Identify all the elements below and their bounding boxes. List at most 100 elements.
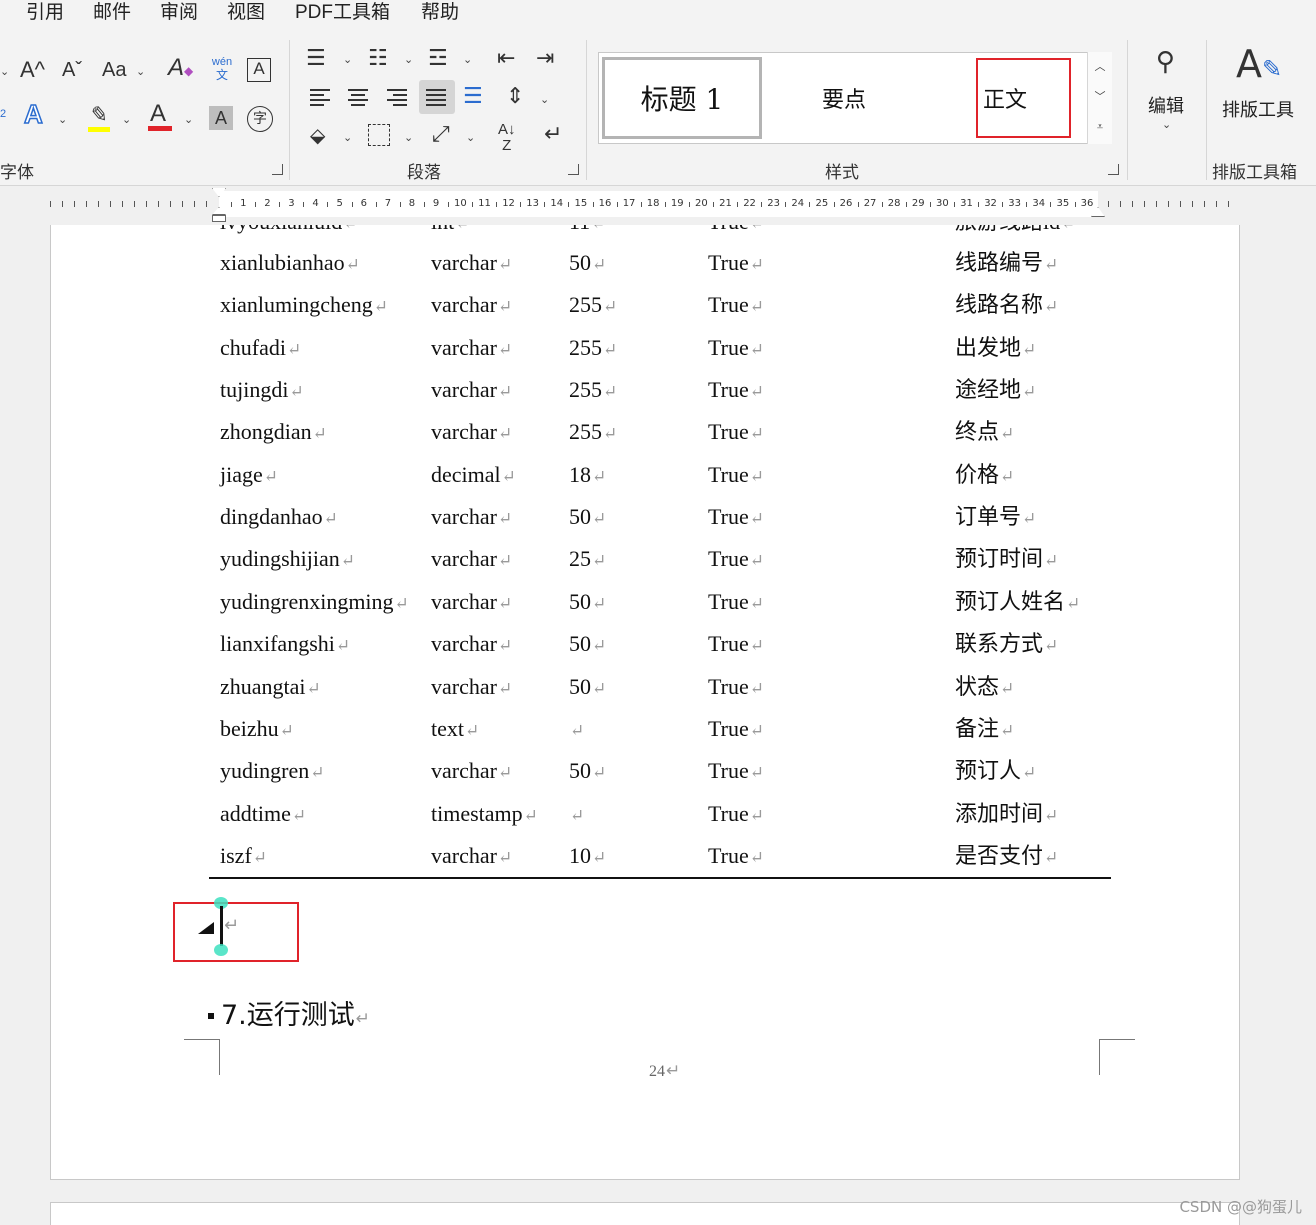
field-comment-cell[interactable]: 预订时间↵ bbox=[955, 546, 1058, 574]
shading-icon[interactable]: ⬙ bbox=[310, 124, 325, 148]
field-length-cell[interactable]: 50↵ bbox=[569, 758, 606, 786]
field-nullable-cell[interactable]: True↵ bbox=[708, 462, 764, 490]
bullets-icon[interactable]: ☰ bbox=[306, 46, 326, 70]
field-comment-cell[interactable]: 出发地↵ bbox=[955, 335, 1036, 363]
menu-pdf-toolbox[interactable]: PDF工具箱 bbox=[295, 0, 390, 26]
field-comment-cell[interactable]: 途经地↵ bbox=[955, 377, 1036, 405]
field-type-cell[interactable]: varchar↵ bbox=[431, 504, 512, 532]
menu-help[interactable]: 帮助 bbox=[421, 0, 459, 26]
decrease-indent-icon[interactable]: ⇤ bbox=[497, 46, 515, 70]
justify-button[interactable] bbox=[419, 80, 455, 114]
field-type-cell[interactable]: varchar↵ bbox=[431, 758, 512, 786]
selection-handle-bottom[interactable] bbox=[214, 944, 228, 956]
gallery-down-icon[interactable]: ﹀ bbox=[1088, 82, 1112, 112]
field-nullable-cell[interactable]: True↵ bbox=[708, 546, 764, 574]
field-length-cell[interactable]: 10↵ bbox=[569, 843, 606, 871]
phonetic-guide-icon[interactable]: wén 文 bbox=[209, 56, 235, 82]
chinese-layout-dropdown-icon[interactable]: ⌄ bbox=[466, 132, 475, 144]
font-dialog-launcher-icon[interactable] bbox=[272, 164, 283, 175]
field-name-cell[interactable]: tujingdi↵ bbox=[220, 377, 304, 405]
field-nullable-cell[interactable]: True↵ bbox=[708, 674, 764, 702]
shrink-font-icon[interactable]: Aˇ bbox=[62, 58, 82, 82]
field-name-cell[interactable]: lianxifangshi↵ bbox=[220, 631, 350, 659]
font-size-dropdown-icon[interactable]: ⌄ bbox=[0, 66, 9, 78]
menu-view[interactable]: 视图 bbox=[227, 0, 265, 26]
field-nullable-cell[interactable]: True↵ bbox=[708, 250, 764, 278]
highlight-icon[interactable]: ✎ bbox=[86, 102, 112, 134]
field-nullable-cell[interactable]: True↵ bbox=[708, 589, 764, 617]
field-name-cell[interactable]: dingdanhao↵ bbox=[220, 504, 338, 532]
enclose-characters-icon[interactable]: 字 bbox=[247, 106, 273, 132]
style-key-point[interactable]: 要点 bbox=[774, 57, 914, 139]
field-length-cell[interactable]: 255↵ bbox=[569, 377, 617, 405]
field-comment-cell[interactable]: 状态↵ bbox=[955, 674, 1014, 702]
next-page[interactable] bbox=[50, 1202, 1240, 1225]
field-type-cell[interactable]: varchar↵ bbox=[431, 843, 512, 871]
field-length-cell[interactable]: 50↵ bbox=[569, 674, 606, 702]
field-length-cell[interactable]: 255↵ bbox=[569, 292, 617, 320]
field-comment-cell[interactable]: 旅游线路id↵ bbox=[955, 225, 1075, 237]
field-name-cell[interactable]: lvyouxianluid↵ bbox=[220, 225, 357, 237]
field-comment-cell[interactable]: 预订人↵ bbox=[955, 758, 1036, 786]
gallery-more-icon[interactable]: ⩡ bbox=[1088, 112, 1112, 142]
line-spacing-icon[interactable]: ⇕ bbox=[506, 84, 524, 108]
distributed-icon[interactable]: ☰ bbox=[463, 84, 483, 108]
multilevel-list-icon[interactable]: ☲ bbox=[428, 46, 448, 70]
text-effects-dropdown-icon[interactable]: ⌄ bbox=[58, 114, 67, 126]
paragraph-dialog-launcher-icon[interactable] bbox=[568, 164, 579, 175]
character-border-icon[interactable]: A bbox=[247, 58, 271, 82]
field-type-cell[interactable]: timestamp↵ bbox=[431, 801, 538, 829]
left-indent-marker[interactable] bbox=[212, 215, 226, 222]
field-name-cell[interactable]: zhuangtai↵ bbox=[220, 674, 321, 702]
field-length-cell[interactable]: 255↵ bbox=[569, 419, 617, 447]
multilevel-list-dropdown-icon[interactable]: ⌄ bbox=[463, 54, 472, 66]
font-color-dropdown-icon[interactable]: ⌄ bbox=[184, 114, 193, 126]
bullets-dropdown-icon[interactable]: ⌄ bbox=[343, 54, 352, 66]
field-comment-cell[interactable]: 价格↵ bbox=[955, 462, 1014, 490]
field-name-cell[interactable]: yudingrenxingming↵ bbox=[220, 589, 409, 617]
field-comment-cell[interactable]: 联系方式↵ bbox=[955, 631, 1058, 659]
field-type-cell[interactable]: varchar↵ bbox=[431, 335, 512, 363]
field-nullable-cell[interactable]: True↵ bbox=[708, 292, 764, 320]
chinese-layout-icon[interactable]: ⤢ bbox=[432, 122, 450, 146]
field-length-cell[interactable]: 18↵ bbox=[569, 462, 606, 490]
field-length-cell[interactable]: 11↵ bbox=[569, 225, 605, 237]
field-name-cell[interactable]: chufadi↵ bbox=[220, 335, 301, 363]
field-length-cell[interactable]: 25↵ bbox=[569, 546, 606, 574]
field-type-cell[interactable]: varchar↵ bbox=[431, 292, 512, 320]
borders-dropdown-icon[interactable]: ⌄ bbox=[404, 132, 413, 144]
field-name-cell[interactable]: zhongdian↵ bbox=[220, 419, 327, 447]
field-comment-cell[interactable]: 备注↵ bbox=[955, 716, 1014, 744]
document-page[interactable]: lvyouxianluid↵int↵11↵True↵旅游线路id↵xianlub… bbox=[50, 225, 1240, 1180]
text-effects-icon[interactable]: A bbox=[23, 100, 43, 128]
field-comment-cell[interactable]: 线路编号↵ bbox=[955, 250, 1058, 278]
layout-tool-button[interactable]: A✎ 排版工具 bbox=[1218, 42, 1304, 132]
field-type-cell[interactable]: varchar↵ bbox=[431, 546, 512, 574]
field-nullable-cell[interactable]: True↵ bbox=[708, 504, 764, 532]
menu-review[interactable]: 审阅 bbox=[160, 0, 198, 26]
field-comment-cell[interactable]: 预订人姓名↵ bbox=[955, 589, 1080, 617]
field-type-cell[interactable]: varchar↵ bbox=[431, 250, 512, 278]
field-type-cell[interactable]: varchar↵ bbox=[431, 674, 512, 702]
align-left-icon[interactable] bbox=[310, 88, 332, 108]
horizontal-ruler[interactable]: 1 2 3 4 5 6 7 8 9 10 11 12 13 14 15 16 17 18 19 20 21 22 23 24 2… bbox=[0, 187, 1316, 225]
style-heading-1[interactable]: 标题 1 bbox=[602, 57, 762, 139]
field-comment-cell[interactable]: 线路名称↵ bbox=[955, 292, 1058, 320]
field-comment-cell[interactable]: 添加时间↵ bbox=[955, 801, 1058, 829]
gallery-up-icon[interactable]: ︿ bbox=[1088, 52, 1112, 82]
field-comment-cell[interactable]: 终点↵ bbox=[955, 419, 1014, 447]
field-name-cell[interactable]: xianlumingcheng↵ bbox=[220, 292, 388, 320]
field-nullable-cell[interactable]: True↵ bbox=[708, 225, 764, 237]
field-type-cell[interactable]: decimal↵ bbox=[431, 462, 516, 490]
line-spacing-dropdown-icon[interactable]: ⌄ bbox=[540, 94, 549, 106]
field-name-cell[interactable]: jiage↵ bbox=[220, 462, 278, 490]
field-type-cell[interactable]: varchar↵ bbox=[431, 419, 512, 447]
field-name-cell[interactable]: beizhu↵ bbox=[220, 716, 294, 744]
sort-icon[interactable]: A↓ Z bbox=[498, 122, 516, 154]
align-right-icon[interactable] bbox=[387, 88, 409, 108]
field-nullable-cell[interactable]: True↵ bbox=[708, 377, 764, 405]
field-comment-cell[interactable]: 订单号↵ bbox=[955, 504, 1036, 532]
character-shading-icon[interactable]: A bbox=[209, 106, 233, 130]
numbering-dropdown-icon[interactable]: ⌄ bbox=[404, 54, 413, 66]
field-type-cell[interactable]: varchar↵ bbox=[431, 631, 512, 659]
